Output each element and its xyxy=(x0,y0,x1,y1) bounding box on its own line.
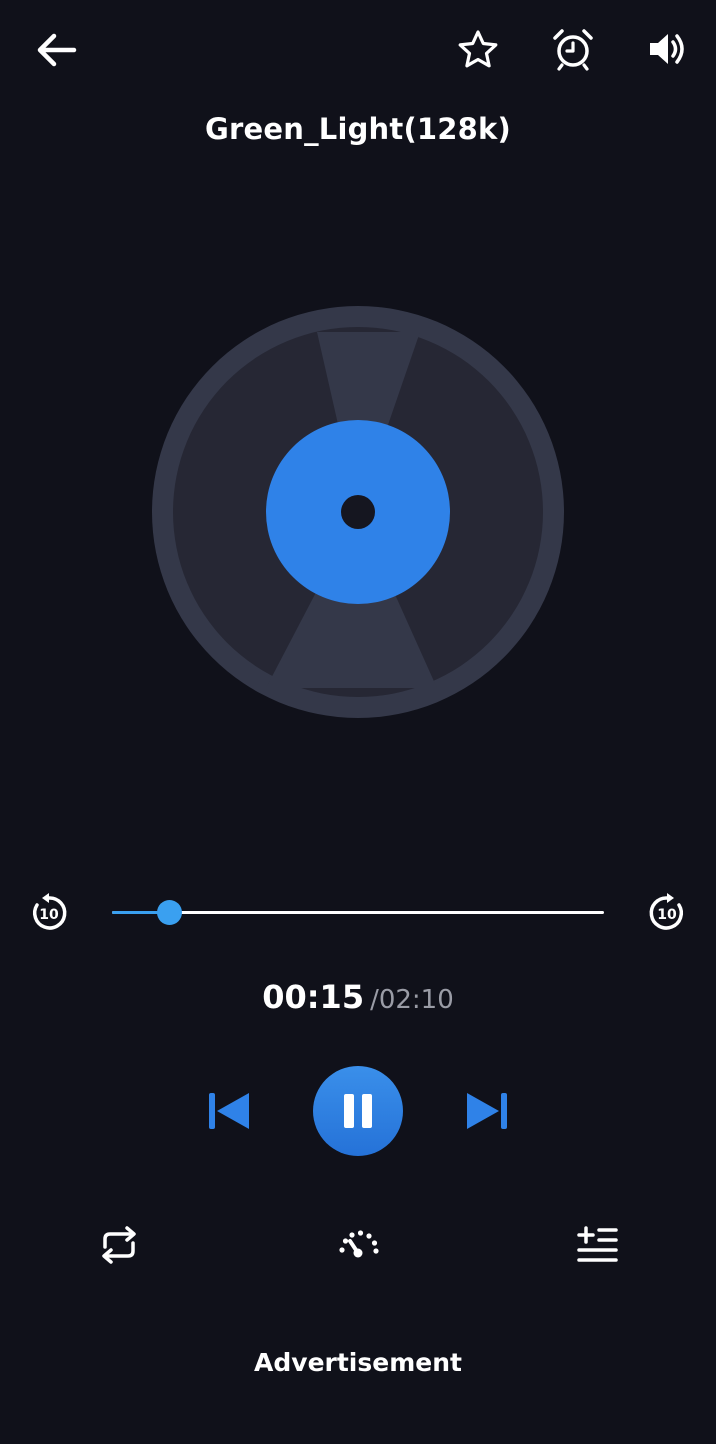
repeat-icon xyxy=(102,1226,136,1264)
star-icon xyxy=(458,30,498,68)
skip-previous-icon xyxy=(209,1093,249,1129)
arrow-left-icon xyxy=(37,33,77,67)
forward-10-icon: 10 xyxy=(649,893,684,930)
vinyl-disc-icon xyxy=(152,306,564,718)
favorite-button[interactable] xyxy=(450,22,506,78)
add-to-playlist-icon xyxy=(577,1226,618,1262)
speedometer-icon xyxy=(339,1230,379,1258)
previous-button[interactable] xyxy=(200,1086,256,1136)
rewind-10-icon: 10 xyxy=(32,893,67,930)
volume-button[interactable] xyxy=(638,20,696,78)
seek-thumb[interactable] xyxy=(156,900,182,925)
time-display: 00:15/02:10 xyxy=(0,978,716,1016)
advertisement-label: Advertisement xyxy=(254,1348,462,1377)
add-to-playlist-button[interactable] xyxy=(572,1220,622,1270)
skip-next-icon xyxy=(467,1093,507,1129)
rewind-10-label: 10 xyxy=(39,907,59,923)
current-time: 00:15 xyxy=(262,978,365,1016)
next-button[interactable] xyxy=(460,1086,516,1136)
back-button[interactable] xyxy=(28,22,84,78)
total-duration: /02:10 xyxy=(370,985,454,1015)
play-pause-button[interactable] xyxy=(313,1066,403,1156)
track-title: Green_Light(128k) xyxy=(204,112,511,146)
rewind-10-button[interactable]: 10 xyxy=(24,888,74,938)
seek-bar[interactable] xyxy=(112,911,604,914)
sleep-timer-button[interactable] xyxy=(544,20,602,78)
playback-speed-button[interactable] xyxy=(333,1220,383,1270)
alarm-clock-icon xyxy=(553,29,593,71)
forward-10-button[interactable]: 10 xyxy=(642,888,692,938)
forward-10-label: 10 xyxy=(657,907,677,923)
repeat-button[interactable] xyxy=(94,1220,144,1270)
pause-icon xyxy=(344,1094,372,1128)
speaker-icon xyxy=(650,34,684,64)
